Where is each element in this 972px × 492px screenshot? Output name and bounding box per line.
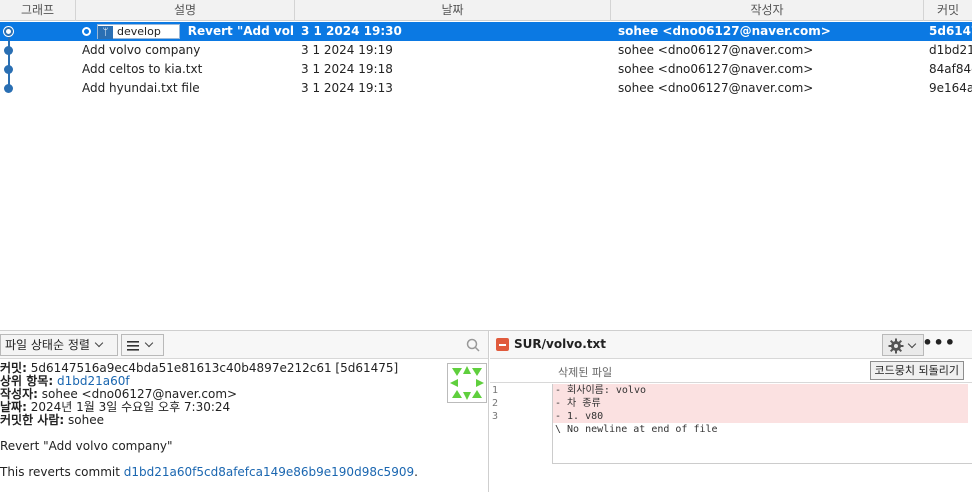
graph-node-head — [4, 27, 13, 36]
commit-info: 커밋: 5d6147516a9ec4bda51e81613c40b4897e21… — [0, 359, 488, 479]
commit-row[interactable]: Add celtos to kia.txt 3 1 2024 19:18 soh… — [0, 60, 972, 79]
discard-hunk-button[interactable]: 코드뭉치 되돌리기 — [869, 361, 964, 380]
diff-code: - 회사이름: volvo - 차 종류 - 1. v80 \ No newli… — [553, 384, 968, 436]
graph-node — [4, 65, 13, 74]
sort-label: 파일 상태순 정렬 — [5, 338, 90, 352]
reverted-commit-link[interactable]: d1bd21a60f5cd8afefca149e86b9e190d98c5909 — [124, 465, 414, 479]
commit-hash: d1bd21 — [929, 43, 972, 57]
line-number — [490, 423, 552, 436]
deleted-line: - 1. v80 — [553, 410, 968, 423]
commit-date: 3 1 2024 19:13 — [301, 81, 393, 95]
commit-date: 3 1 2024 19:18 — [301, 62, 393, 76]
diff-pane: SUR/volvo.txt ••• 삭제된 파일 코드뭉치 되돌리기 1 2 3… — [490, 331, 972, 492]
view-mode-dropdown[interactable] — [121, 334, 164, 356]
commit-message: Add volvo company — [82, 43, 201, 57]
settings-dropdown[interactable] — [882, 334, 924, 356]
commit-list-header: 그래프 설명 날짜 작성자 커밋 — [0, 0, 972, 21]
column-header-author[interactable]: 작성자 — [611, 0, 924, 21]
column-header-graph[interactable]: 그래프 — [0, 0, 76, 21]
chevron-down-icon — [907, 339, 917, 349]
chevron-down-icon — [94, 338, 104, 348]
deleted-file-label: 삭제된 파일 — [558, 366, 613, 379]
branch-icon: ᛘ — [98, 26, 113, 39]
identicon-icon — [450, 366, 484, 400]
commit-date: 3 1 2024 19:30 — [301, 24, 402, 38]
graph-node — [4, 46, 13, 55]
diff-file-name: SUR/volvo.txt — [514, 337, 607, 351]
list-icon — [127, 340, 139, 351]
column-header-commit[interactable]: 커밋 — [924, 0, 972, 21]
commit-author: sohee <dno06127@naver.com> — [618, 81, 814, 95]
commit-hash: 5d6147 — [929, 24, 972, 38]
head-indicator-icon — [82, 27, 91, 36]
commit-hash: 84af84e — [929, 62, 972, 76]
commit-author: sohee <dno06127@naver.com> — [618, 62, 814, 76]
deleted-line: - 회사이름: volvo — [553, 384, 968, 397]
sort-dropdown[interactable]: 파일 상태순 정렬 — [0, 334, 118, 356]
line-number: 2 — [492, 398, 499, 409]
commit-id-value: 5d6147516a9ec4bda51e81613c40b4897e212c61… — [30, 361, 399, 375]
more-icon[interactable]: ••• — [922, 335, 956, 351]
committer-value: sohee — [68, 413, 104, 427]
line-number: 3 — [492, 411, 499, 422]
graph-node — [4, 84, 13, 93]
commit-date: 3 1 2024 19:19 — [301, 43, 393, 57]
commit-author: sohee <dno06127@naver.com> — [618, 24, 831, 38]
commit-row[interactable]: Add volvo company 3 1 2024 19:19 sohee <… — [0, 41, 972, 60]
commit-hash: 9e164a1 — [929, 81, 972, 95]
graph-cell — [0, 60, 76, 79]
branch-label: develop — [117, 25, 161, 38]
commit-details-pane: 파일 상태순 정렬 커밋: 5d6147516a9ec4bda51e81613c… — [0, 331, 489, 492]
commit-list: ᛘ develop Revert "Add volvo 3 1 2024 19:30… — [0, 22, 972, 98]
commit-message-title: Revert "Add volvo company" — [0, 439, 173, 453]
gear-icon — [888, 338, 904, 354]
hunk-header: 삭제된 파일 코드뭉치 되돌리기 — [490, 359, 972, 383]
committer-line: 커밋한 사람: sohee — [0, 413, 104, 427]
parent-link[interactable]: d1bd21a60f — [57, 374, 130, 388]
line-number-gutter: 1 2 3 — [490, 384, 553, 464]
graph-cell — [0, 22, 76, 41]
chevron-down-icon — [144, 338, 154, 348]
file-list-toolbar: 파일 상태순 정렬 — [0, 331, 488, 359]
commit-author: sohee <dno06127@naver.com> — [618, 43, 814, 57]
graph-cell — [0, 41, 76, 60]
graph-cell — [0, 79, 76, 98]
column-header-date[interactable]: 날짜 — [295, 0, 611, 21]
avatar — [447, 363, 487, 403]
detail-area: 파일 상태순 정렬 커밋: 5d6147516a9ec4bda51e81613c… — [0, 330, 972, 492]
commit-row[interactable]: Add hyundai.txt file 3 1 2024 19:13 sohe… — [0, 79, 972, 98]
commit-message: Add celtos to kia.txt — [82, 62, 203, 76]
deleted-line: - 차 종류 — [553, 397, 968, 410]
search-icon[interactable] — [466, 338, 480, 352]
commit-row[interactable]: ᛘ develop Revert "Add volvo 3 1 2024 19:30… — [0, 22, 972, 41]
line-number: 1 — [492, 385, 499, 396]
description-cell: ᛘ develop Revert "Add volvo — [82, 22, 294, 41]
commit-message-body: This reverts commit d1bd21a60f5cd8afefca… — [0, 465, 418, 479]
column-header-description[interactable]: 설명 — [76, 0, 295, 21]
date-value: 2024년 1월 3일 수요일 오후 7:30:24 — [30, 400, 231, 414]
diff-toolbar: SUR/volvo.txt ••• — [490, 331, 972, 359]
diff-body: 1 2 3 - 회사이름: volvo - 차 종류 - 1. v80 \ No… — [490, 384, 972, 464]
author-value: sohee <dno06127@naver.com> — [41, 387, 238, 401]
branch-tag-develop[interactable]: ᛘ develop — [97, 24, 180, 39]
deleted-file-icon — [496, 338, 509, 351]
commit-message: Revert "Add volvo — [187, 24, 294, 38]
commit-message: Add hyundai.txt file — [82, 81, 200, 95]
no-newline-notice: \ No newline at end of file — [555, 424, 718, 435]
